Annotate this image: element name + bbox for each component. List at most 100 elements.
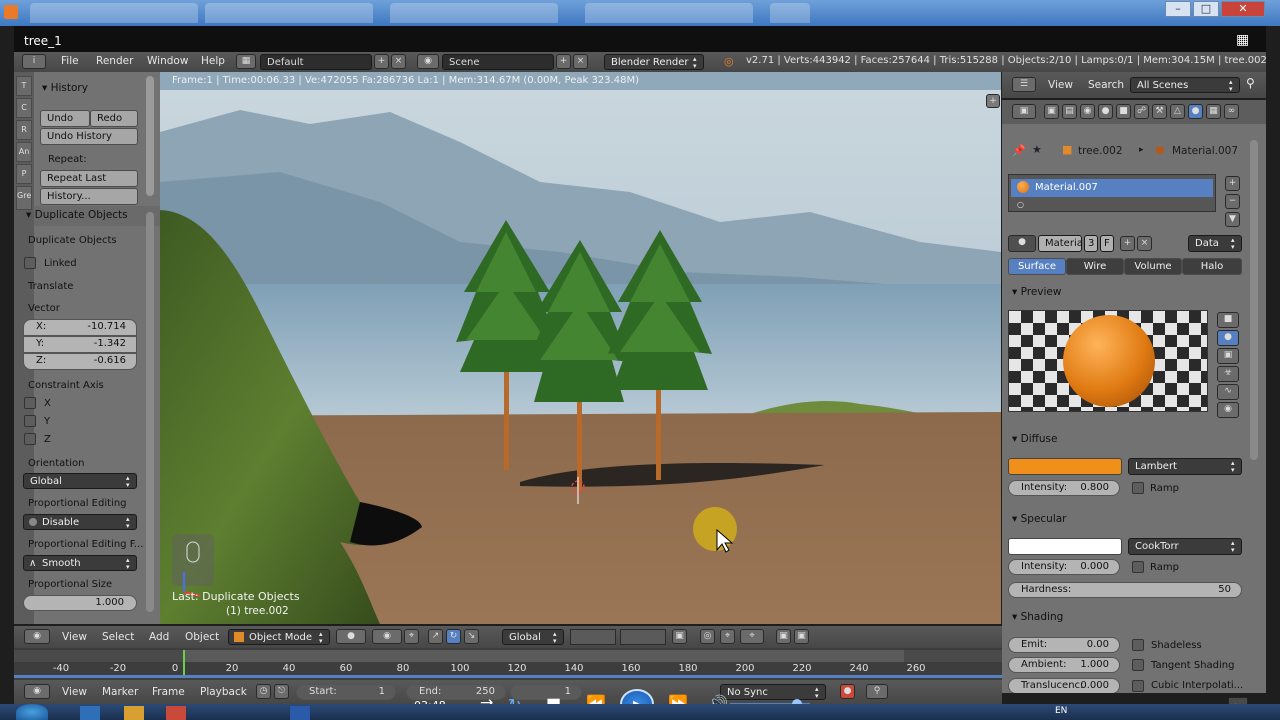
tab-data-icon[interactable]: △ bbox=[1170, 104, 1185, 119]
3d-viewport[interactable]: Frame:1 | Time:00:06.33 | Ve:472055 Fa:2… bbox=[160, 72, 1001, 624]
minimize-icon[interactable]: – bbox=[1165, 1, 1191, 17]
operator-scrollbar[interactable] bbox=[146, 212, 154, 612]
rotate-icon[interactable]: ↻ bbox=[446, 629, 461, 644]
tab-relations[interactable]: R bbox=[16, 120, 32, 140]
remove-scene-icon[interactable]: × bbox=[573, 54, 588, 69]
shading-panel-title[interactable]: ▾ Shading bbox=[1012, 611, 1063, 623]
new-tab-button[interactable] bbox=[770, 3, 810, 23]
tab-render-icon[interactable]: ▣ bbox=[1044, 104, 1059, 119]
start-button[interactable] bbox=[16, 704, 48, 720]
fullscreen-icon[interactable]: ▦ bbox=[1236, 32, 1249, 48]
outliner-editor-type-icon[interactable]: ☰ bbox=[1012, 77, 1036, 92]
proportional-editing-dropdown[interactable]: Disable bbox=[23, 514, 137, 530]
redo-button[interactable]: Redo bbox=[90, 110, 138, 127]
tab-scene-icon[interactable]: ◉ bbox=[1080, 104, 1095, 119]
record-icon[interactable]: ● bbox=[840, 684, 855, 699]
emit-field[interactable]: Emit: 0.00 bbox=[1008, 637, 1120, 653]
slot-specials-icon[interactable]: ▼ bbox=[1225, 212, 1240, 227]
hardness-field[interactable]: Hardness: 50 bbox=[1008, 582, 1242, 598]
ambient-field[interactable]: Ambient: 1.000 bbox=[1008, 657, 1120, 673]
pin-icon[interactable]: 📌 bbox=[1012, 144, 1026, 157]
tab-texture-icon[interactable]: ▦ bbox=[1206, 104, 1221, 119]
taskbar-word-icon[interactable] bbox=[290, 706, 310, 720]
history-scrollbar[interactable] bbox=[146, 76, 154, 196]
tab-create[interactable]: C bbox=[16, 98, 32, 118]
tab-tools[interactable]: T bbox=[16, 76, 32, 96]
diffuse-shader-dropdown[interactable]: Lambert bbox=[1128, 458, 1242, 475]
undo-history-button[interactable]: Undo History bbox=[40, 128, 138, 145]
vector-x-field[interactable]: X: -10.714 bbox=[23, 319, 137, 336]
outliner-display-dropdown[interactable]: All Scenes bbox=[1130, 77, 1240, 93]
specular-color-swatch[interactable] bbox=[1008, 538, 1122, 555]
timeline-menu-marker[interactable]: Marker bbox=[102, 686, 138, 698]
render-anim-icon[interactable]: ▣ bbox=[794, 629, 809, 644]
diffuse-ramp-checkbox[interactable] bbox=[1132, 482, 1144, 494]
history-button[interactable]: History... bbox=[40, 188, 138, 205]
new-material-icon[interactable]: + bbox=[1120, 236, 1135, 251]
editor-type-icon[interactable]: i bbox=[22, 54, 46, 69]
start-frame-field[interactable]: Start: 1 bbox=[296, 684, 396, 700]
shadeless-checkbox[interactable] bbox=[1132, 639, 1144, 651]
transform-orientation-dropdown[interactable]: Global bbox=[502, 629, 564, 645]
orientation-dropdown[interactable]: Global bbox=[23, 473, 137, 489]
browser-tab[interactable] bbox=[30, 3, 198, 23]
material-slot-list[interactable]: Material.007 ○ bbox=[1008, 174, 1216, 212]
proportional-size-field[interactable]: 1.000 bbox=[23, 595, 137, 611]
material-link-dropdown[interactable]: Data bbox=[1188, 235, 1242, 252]
viewport-menu-view[interactable]: View bbox=[62, 631, 87, 643]
translate-icon[interactable]: ↗ bbox=[428, 629, 443, 644]
scene-field[interactable]: Scene bbox=[442, 54, 554, 70]
tab-wire[interactable]: Wire bbox=[1066, 258, 1124, 275]
viewport-menu-object[interactable]: Object bbox=[185, 631, 219, 643]
timeline-menu-frame[interactable]: Frame bbox=[152, 686, 185, 698]
outliner-menu-search[interactable]: Search bbox=[1088, 79, 1124, 91]
preview-panel-title[interactable]: ▾ Preview bbox=[1012, 286, 1061, 298]
taskbar-explorer-icon[interactable] bbox=[124, 706, 144, 720]
tab-grease-pencil[interactable]: Gre bbox=[16, 186, 32, 210]
video-progress-bar[interactable] bbox=[14, 675, 1002, 678]
language-indicator[interactable]: EN bbox=[1055, 706, 1067, 716]
close-icon[interactable]: ✕ bbox=[1221, 1, 1265, 17]
operator-panel-header[interactable]: ▾ Duplicate Objects bbox=[26, 206, 160, 226]
layer-lock-icon[interactable]: ▣ bbox=[672, 629, 687, 644]
add-material-slot-icon[interactable]: + bbox=[1225, 176, 1240, 191]
fake-user-button[interactable]: F bbox=[1100, 235, 1114, 252]
diffuse-intensity-field[interactable]: Intensity: 0.800 bbox=[1008, 480, 1120, 496]
specular-shader-dropdown[interactable]: CookTorr bbox=[1128, 538, 1242, 555]
browser-tab[interactable] bbox=[390, 3, 558, 23]
timeline[interactable]: -40 -20 0 20 40 60 80 100 120 140 160 180 200 220 240 2… bbox=[14, 648, 1002, 680]
viewport-menu-add[interactable]: Add bbox=[149, 631, 169, 643]
tab-modifiers-icon[interactable]: ⚒ bbox=[1152, 104, 1167, 119]
tab-physics-icon[interactable]: ∞ bbox=[1224, 104, 1239, 119]
properties-editor-type-icon[interactable]: ▣ bbox=[1012, 104, 1036, 119]
cubic-interpolation-checkbox[interactable] bbox=[1132, 680, 1144, 692]
menu-window[interactable]: Window bbox=[147, 55, 188, 67]
browser-tab[interactable] bbox=[585, 3, 753, 23]
material-browse-icon[interactable]: ● bbox=[1008, 235, 1036, 252]
constraint-x-checkbox[interactable] bbox=[24, 397, 36, 409]
constraint-y-checkbox[interactable] bbox=[24, 415, 36, 427]
tab-physics[interactable]: P bbox=[16, 164, 32, 184]
preview-cube-icon[interactable]: ▣ bbox=[1217, 348, 1239, 364]
unlink-material-icon[interactable]: × bbox=[1137, 236, 1152, 251]
menu-help[interactable]: Help bbox=[201, 55, 225, 67]
layout-field[interactable]: Default bbox=[260, 54, 372, 70]
layout-icon[interactable]: ▦ bbox=[236, 54, 256, 69]
taskbar-ie-icon[interactable] bbox=[80, 706, 100, 720]
tab-material-icon[interactable]: ● bbox=[1188, 104, 1203, 119]
browser-tab[interactable] bbox=[205, 3, 373, 23]
tab-world-icon[interactable]: ● bbox=[1098, 104, 1113, 119]
material-slot-selected[interactable]: Material.007 bbox=[1011, 179, 1213, 197]
outliner-search-icon[interactable]: ⚲ bbox=[1246, 76, 1255, 90]
layers-grid-1[interactable] bbox=[570, 629, 616, 645]
manipulator-icon[interactable]: ⌖ bbox=[404, 629, 419, 644]
material-users-field[interactable]: 3 bbox=[1084, 235, 1098, 252]
diffuse-panel-title[interactable]: ▾ Diffuse bbox=[1012, 433, 1057, 445]
snap-icon[interactable]: ⌖ bbox=[720, 629, 735, 644]
specular-intensity-field[interactable]: Intensity: 0.000 bbox=[1008, 559, 1120, 575]
properties-scrollbar[interactable] bbox=[1250, 140, 1258, 460]
timeline-menu-view[interactable]: View bbox=[62, 686, 87, 698]
vector-z-field[interactable]: Z: -0.616 bbox=[23, 353, 137, 370]
preview-range-icon[interactable]: ◷ bbox=[256, 684, 271, 699]
tab-object-icon[interactable]: ■ bbox=[1116, 104, 1131, 119]
